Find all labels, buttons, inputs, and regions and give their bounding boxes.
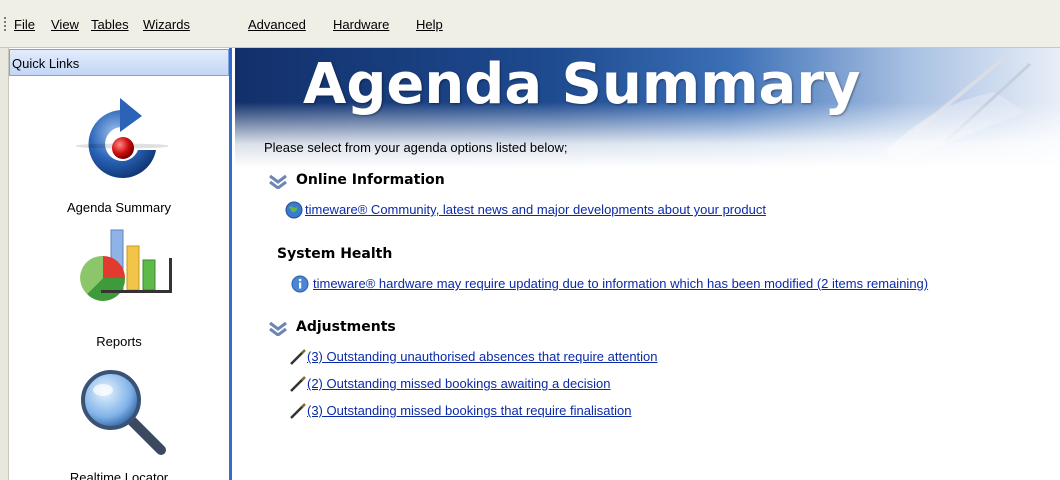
menu-hardware[interactable]: Hardware bbox=[333, 17, 389, 32]
quick-link-label: Realtime Locator bbox=[69, 470, 169, 480]
adjustment-link-unauthorised-absences[interactable]: (3) Outstanding unauthorised absences th… bbox=[307, 349, 658, 364]
quick-link-label: Agenda Summary bbox=[66, 200, 172, 215]
system-health-link[interactable]: timeware® hardware may require updating … bbox=[313, 276, 928, 291]
menu-help[interactable]: Help bbox=[416, 17, 443, 32]
menu-wizards[interactable]: Wizards bbox=[143, 17, 190, 32]
menu-bar: File View Tables Wizards Advanced Hardwa… bbox=[0, 0, 1060, 48]
agenda-summary-icon bbox=[76, 98, 168, 178]
info-icon bbox=[291, 275, 309, 293]
quick-link-reports[interactable]: Reports bbox=[9, 228, 229, 353]
reports-chart-icon bbox=[80, 229, 172, 301]
banner-title: Agenda Summary bbox=[303, 52, 861, 117]
quick-links-title-bar: Quick Links bbox=[9, 49, 229, 76]
main-content: Agenda Summary Please select from your a… bbox=[235, 48, 1060, 480]
intro-text: Please select from your agenda options l… bbox=[264, 140, 568, 155]
adjustment-link-missed-bookings-finalisation[interactable]: (3) Outstanding missed bookings that req… bbox=[307, 403, 631, 418]
menu-file[interactable]: File bbox=[14, 17, 35, 32]
quick-links-title: Quick Links bbox=[12, 56, 80, 71]
menu-advanced[interactable]: Advanced bbox=[248, 17, 306, 32]
menu-tables[interactable]: Tables bbox=[91, 17, 129, 32]
section-adjustments: Adjustments bbox=[296, 319, 396, 335]
adjustment-link-missed-bookings-decision[interactable]: (2) Outstanding missed bookings awaiting… bbox=[307, 376, 611, 391]
section-online-information: Online Information bbox=[296, 172, 445, 188]
online-information-link[interactable]: timeware® Community, latest news and maj… bbox=[305, 202, 766, 217]
quick-link-agenda-summary[interactable]: Agenda Summary bbox=[9, 88, 229, 218]
pencil-icon bbox=[290, 403, 306, 419]
chevron-down-icon[interactable] bbox=[268, 173, 288, 189]
quick-link-realtime-locator[interactable]: Realtime Locator bbox=[9, 366, 229, 480]
globe-icon bbox=[285, 201, 303, 219]
toolbar-grip[interactable] bbox=[4, 17, 8, 31]
chevron-down-icon[interactable] bbox=[268, 320, 288, 336]
section-system-health: System Health bbox=[277, 246, 393, 262]
quick-links-panel: Quick Links Agenda Summary Reports Realt… bbox=[9, 48, 232, 480]
menu-view[interactable]: View bbox=[51, 17, 79, 32]
left-strip bbox=[0, 48, 9, 480]
magnifier-icon bbox=[81, 370, 166, 455]
pencil-icon bbox=[290, 349, 306, 365]
quick-link-label: Reports bbox=[96, 334, 142, 349]
pencil-icon bbox=[290, 376, 306, 392]
